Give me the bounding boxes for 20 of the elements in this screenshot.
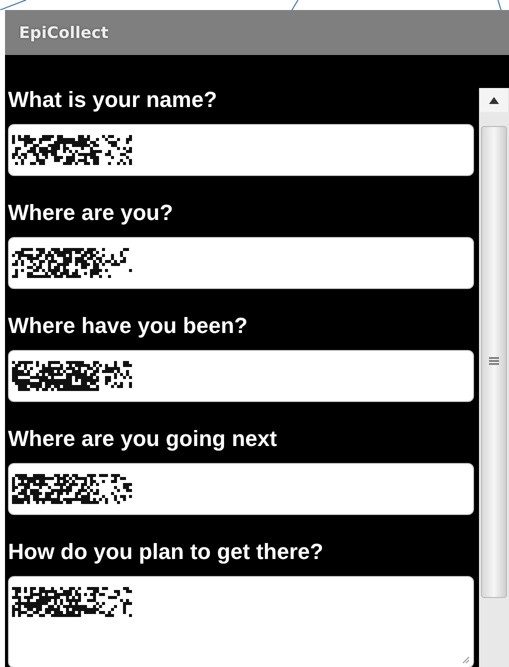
question-label: What is your name? [8, 86, 218, 114]
question-label: How do you plan to get there? [8, 538, 324, 566]
scroll-thumb[interactable] [481, 126, 507, 598]
input-field[interactable] [8, 463, 474, 515]
connector-line [0, 0, 26, 10]
app-title: EpiCollect [19, 23, 109, 42]
input-field[interactable] [8, 576, 474, 667]
input-field[interactable] [8, 124, 474, 176]
question-label: Where are you going next [8, 425, 278, 453]
grip-lines-icon [489, 357, 499, 367]
scroll-up-button[interactable] [480, 88, 508, 112]
resize-grip-icon [462, 656, 470, 664]
up-arrow-icon [489, 96, 499, 104]
input-field[interactable] [8, 237, 474, 289]
scrollbar[interactable] [479, 88, 509, 667]
question-label: Where are you? [8, 199, 174, 227]
input-field[interactable] [8, 350, 474, 402]
connector-line [292, 0, 298, 10]
question-label: Where have you been? [8, 312, 249, 340]
connector-line [498, 0, 502, 10]
